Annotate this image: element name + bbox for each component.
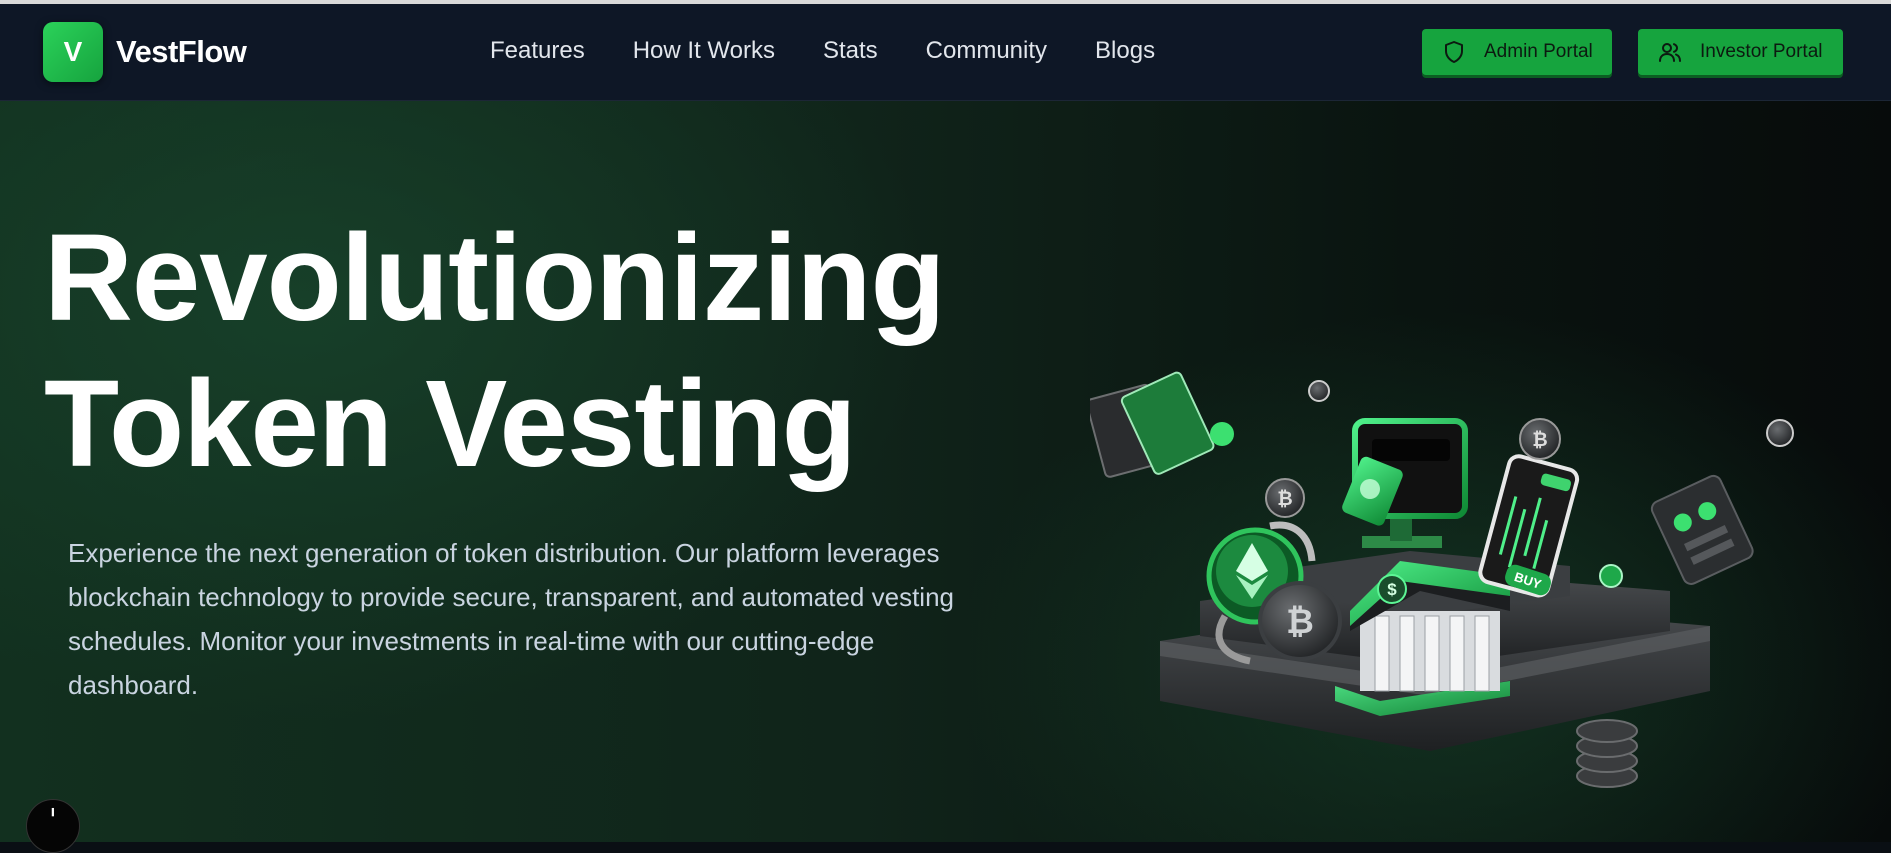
atm-monitor: [1342, 418, 1468, 548]
calculator: [1650, 474, 1754, 585]
coin-stack: [1576, 719, 1638, 788]
investor-portal-button[interactable]: Investor Portal: [1638, 29, 1843, 75]
nav-link-features[interactable]: Features: [490, 37, 585, 65]
floating-cards: [1090, 371, 1234, 478]
logo-badge[interactable]: V: [43, 22, 103, 82]
svg-text:₿: ₿: [1532, 429, 1547, 451]
investor-portal-label: Investor Portal: [1700, 41, 1823, 62]
navbar: V VestFlow Features How It Works Stats C…: [0, 4, 1891, 101]
nav-link-community[interactable]: Community: [926, 37, 1047, 65]
users-icon: [1659, 43, 1681, 62]
bitcoin-coin-large: ₿: [1258, 581, 1342, 661]
hero-description: Experience the next generation of token …: [68, 538, 954, 700]
nav-link-blogs[interactable]: Blogs: [1095, 37, 1155, 65]
hero-title-line-2: Token Vesting: [44, 356, 857, 493]
help-icon: ╹: [48, 808, 58, 824]
nav-link-how-it-works[interactable]: How It Works: [633, 37, 775, 65]
main-nav: Features How It Works Stats Community Bl…: [490, 37, 1203, 65]
admin-portal-label: Admin Portal: [1484, 41, 1593, 62]
logo-letter: V: [63, 36, 83, 67]
nav-link-stats[interactable]: Stats: [823, 37, 878, 65]
help-button[interactable]: ╹: [26, 799, 80, 853]
hero-title-line-1: Revolutionizing: [44, 210, 946, 347]
brand-name[interactable]: VestFlow: [116, 34, 247, 70]
crypto-bank-illustration: $ BUY ₿ ₿ ₿: [1090, 371, 1794, 788]
hero-title: Revolutionizing Token Vesting: [44, 206, 946, 498]
shield-icon: [1445, 41, 1463, 63]
svg-text:₿: ₿: [1286, 602, 1314, 642]
bank-dollar-symbol: $: [1387, 580, 1397, 599]
admin-portal-button[interactable]: Admin Portal: [1422, 29, 1612, 75]
hero-section: Revolutionizing Token Vesting Experience…: [0, 101, 1891, 853]
svg-text:₿: ₿: [1277, 488, 1292, 510]
